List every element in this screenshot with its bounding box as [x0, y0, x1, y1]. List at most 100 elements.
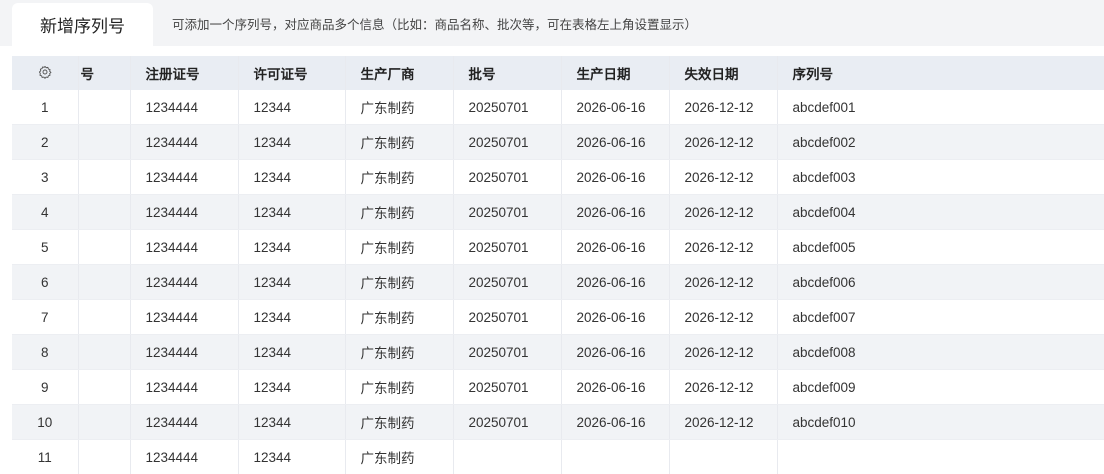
- table-row[interactable]: 1 1234444 12344 广东制药 20250701 2026-06-16 2026-…: [12, 90, 1104, 125]
- cell-serial[interactable]: abcdef004: [777, 194, 1104, 230]
- table-row[interactable]: 7 1234444 12344 广东制药 20250701 2026-06-16 2026-…: [12, 299, 1104, 335]
- cell-exp-date[interactable]: 2026-12-12: [669, 334, 778, 370]
- cell-prod-date[interactable]: 2026-06-16: [561, 159, 670, 195]
- gear-icon[interactable]: [38, 65, 52, 82]
- cell-reg-no[interactable]: 1234444: [130, 299, 239, 335]
- cell-batch[interactable]: 20250701: [453, 90, 562, 125]
- cell-batch[interactable]: 20250701: [453, 159, 562, 195]
- cell-prod-date[interactable]: 2026-06-16: [561, 369, 670, 405]
- column-header-prod-date[interactable]: 生产日期: [561, 56, 670, 90]
- cell-batch[interactable]: 20250701: [453, 369, 562, 405]
- cell-serial[interactable]: abcdef001: [777, 90, 1104, 125]
- tab-add-serial[interactable]: 新增序列号: [12, 3, 153, 46]
- cell-prod-date[interactable]: 2026-06-16: [561, 264, 670, 300]
- cell-license-no[interactable]: 12344: [238, 264, 346, 300]
- table-row[interactable]: 10 1234444 12344 广东制药 20250701 2026-06-16 2026…: [12, 404, 1104, 440]
- cell-reg-no[interactable]: 1234444: [130, 124, 239, 160]
- cell-hidden[interactable]: [78, 229, 131, 265]
- table-row[interactable]: 3 1234444 12344 广东制药 20250701 2026-06-16 2026-…: [12, 159, 1104, 195]
- cell-exp-date[interactable]: 2026-12-12: [669, 369, 778, 405]
- cell-reg-no[interactable]: 1234444: [130, 369, 239, 405]
- cell-license-no[interactable]: 12344: [238, 159, 346, 195]
- cell-hidden[interactable]: [78, 404, 131, 440]
- cell-exp-date[interactable]: 2026-12-12: [669, 264, 778, 300]
- table-row[interactable]: 6 1234444 12344 广东制药 20250701 2026-06-16 2026-…: [12, 264, 1104, 300]
- cell-hidden[interactable]: [78, 159, 131, 195]
- cell-exp-date[interactable]: 2026-12-12: [669, 124, 778, 160]
- table-row[interactable]: 2 1234444 12344 广东制药 20250701 2026-06-16 2026-…: [12, 124, 1104, 160]
- cell-license-no[interactable]: 12344: [238, 404, 346, 440]
- column-header-license[interactable]: 许可证号: [238, 56, 346, 90]
- cell-batch[interactable]: 20250701: [453, 124, 562, 160]
- cell-prod-date[interactable]: 2026-06-16: [561, 229, 670, 265]
- cell-exp-date[interactable]: 2026-12-12: [669, 229, 778, 265]
- cell-license-no[interactable]: 12344: [238, 299, 346, 335]
- cell-exp-date[interactable]: 2026-12-12: [669, 194, 778, 230]
- cell-batch[interactable]: [453, 439, 562, 474]
- cell-serial[interactable]: [777, 439, 1104, 474]
- cell-reg-no[interactable]: 1234444: [130, 194, 239, 230]
- table-row[interactable]: 9 1234444 12344 广东制药 20250701 2026-06-16 2026-…: [12, 369, 1104, 405]
- cell-serial[interactable]: abcdef010: [777, 404, 1104, 440]
- cell-prod-date[interactable]: [561, 439, 670, 474]
- cell-license-no[interactable]: 12344: [238, 334, 346, 370]
- cell-license-no[interactable]: 12344: [238, 124, 346, 160]
- cell-hidden[interactable]: [78, 334, 131, 370]
- cell-reg-no[interactable]: 1234444: [130, 264, 239, 300]
- column-header-partial[interactable]: 号: [78, 56, 131, 90]
- cell-hidden[interactable]: [78, 299, 131, 335]
- column-header-exp-date[interactable]: 失效日期: [669, 56, 778, 90]
- cell-maker[interactable]: 广东制药: [345, 299, 454, 335]
- cell-reg-no[interactable]: 1234444: [130, 439, 239, 474]
- cell-exp-date[interactable]: 2026-12-12: [669, 90, 778, 125]
- cell-serial[interactable]: abcdef007: [777, 299, 1104, 335]
- cell-maker[interactable]: 广东制药: [345, 369, 454, 405]
- cell-maker[interactable]: 广东制药: [345, 124, 454, 160]
- cell-serial[interactable]: abcdef006: [777, 264, 1104, 300]
- cell-exp-date[interactable]: 2026-12-12: [669, 404, 778, 440]
- column-header-serial[interactable]: 序列号: [777, 56, 1104, 90]
- cell-reg-no[interactable]: 1234444: [130, 404, 239, 440]
- cell-hidden[interactable]: [78, 369, 131, 405]
- cell-prod-date[interactable]: 2026-06-16: [561, 90, 670, 125]
- cell-maker[interactable]: 广东制药: [345, 159, 454, 195]
- cell-hidden[interactable]: [78, 124, 131, 160]
- cell-maker[interactable]: 广东制药: [345, 90, 454, 125]
- column-header-batch[interactable]: 批号: [453, 56, 562, 90]
- cell-batch[interactable]: 20250701: [453, 299, 562, 335]
- cell-exp-date[interactable]: 2026-12-12: [669, 159, 778, 195]
- table-row[interactable]: 5 1234444 12344 广东制药 20250701 2026-06-16 2026-…: [12, 229, 1104, 265]
- cell-hidden[interactable]: [78, 194, 131, 230]
- cell-hidden[interactable]: [78, 439, 131, 474]
- cell-prod-date[interactable]: 2026-06-16: [561, 194, 670, 230]
- cell-license-no[interactable]: 12344: [238, 439, 346, 474]
- cell-maker[interactable]: 广东制药: [345, 439, 454, 474]
- column-settings-button[interactable]: [12, 56, 79, 90]
- table-row[interactable]: 11 1234444 12344 广东制药: [12, 439, 1104, 474]
- cell-batch[interactable]: 20250701: [453, 264, 562, 300]
- cell-license-no[interactable]: 12344: [238, 194, 346, 230]
- table-row[interactable]: 4 1234444 12344 广东制药 20250701 2026-06-16 2026-…: [12, 194, 1104, 230]
- cell-prod-date[interactable]: 2026-06-16: [561, 299, 670, 335]
- column-header-reg[interactable]: 注册证号: [130, 56, 239, 90]
- cell-serial[interactable]: abcdef008: [777, 334, 1104, 370]
- cell-license-no[interactable]: 12344: [238, 229, 346, 265]
- column-header-maker[interactable]: 生产厂商: [345, 56, 454, 90]
- cell-maker[interactable]: 广东制药: [345, 264, 454, 300]
- cell-batch[interactable]: 20250701: [453, 334, 562, 370]
- cell-prod-date[interactable]: 2026-06-16: [561, 334, 670, 370]
- cell-reg-no[interactable]: 1234444: [130, 334, 239, 370]
- cell-exp-date[interactable]: 2026-12-12: [669, 299, 778, 335]
- table-row[interactable]: 8 1234444 12344 广东制药 20250701 2026-06-16 2026-…: [12, 334, 1104, 370]
- cell-batch[interactable]: 20250701: [453, 229, 562, 265]
- cell-reg-no[interactable]: 1234444: [130, 90, 239, 125]
- cell-hidden[interactable]: [78, 264, 131, 300]
- cell-license-no[interactable]: 12344: [238, 90, 346, 125]
- cell-reg-no[interactable]: 1234444: [130, 229, 239, 265]
- cell-maker[interactable]: 广东制药: [345, 229, 454, 265]
- cell-exp-date[interactable]: [669, 439, 778, 474]
- cell-prod-date[interactable]: 2026-06-16: [561, 124, 670, 160]
- cell-serial[interactable]: abcdef003: [777, 159, 1104, 195]
- cell-hidden[interactable]: [78, 90, 131, 125]
- cell-batch[interactable]: 20250701: [453, 404, 562, 440]
